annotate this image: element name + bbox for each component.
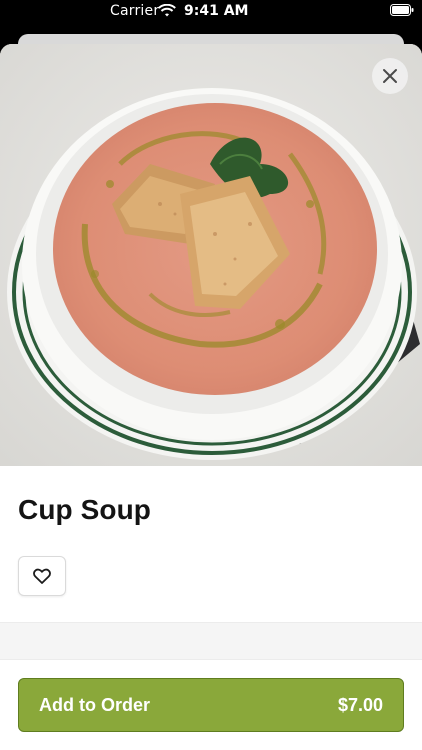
heart-outline-icon <box>33 568 51 584</box>
wifi-icon <box>158 3 176 18</box>
item-detail-sheet: Cup Soup Add to Order $7.00 <box>0 44 422 750</box>
item-photo <box>0 44 422 466</box>
add-to-order-button[interactable]: Add to Order $7.00 <box>18 678 404 732</box>
battery-icon <box>390 4 414 16</box>
close-icon <box>383 69 397 83</box>
status-time: 9:41 AM <box>184 3 249 19</box>
close-button[interactable] <box>372 58 408 94</box>
carrier-label: Carrier <box>110 3 160 19</box>
favorite-button[interactable] <box>18 556 66 596</box>
add-to-order-label: Add to Order <box>39 695 150 715</box>
section-divider <box>0 622 422 660</box>
status-bar: Carrier 9:41 AM <box>0 0 422 24</box>
item-title: Cup Soup <box>18 494 151 525</box>
item-price: $7.00 <box>337 695 383 715</box>
